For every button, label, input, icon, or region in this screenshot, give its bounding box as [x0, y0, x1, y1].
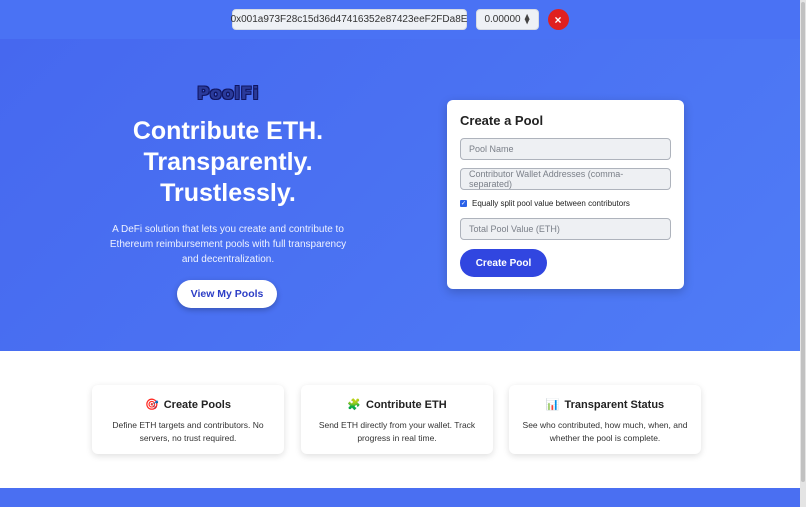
- feature-title: Create Pools: [163, 398, 231, 411]
- hero-tagline: A DeFi solution that lets you create and…: [109, 224, 347, 265]
- feature-title: Contribute ETH: [366, 398, 447, 411]
- feature-title: Transparent Status: [564, 398, 665, 411]
- create-pool-title: Create a Pool: [460, 113, 544, 128]
- ethereum-icon: ⧫: [524, 14, 530, 25]
- disconnect-button[interactable]: ×: [547, 9, 569, 30]
- bar-chart-icon: 📊: [545, 399, 560, 411]
- hero-headline: Contribute ETH. Transparently. Trustless…: [108, 116, 348, 209]
- feature-description: Send ETH directly from your wallet. Trac…: [318, 420, 476, 443]
- top-bar: 0x001a973F28c15d36d47416352e87423eeF2FDa…: [0, 0, 800, 39]
- target-icon: 🎯: [145, 399, 159, 411]
- headline-line: Transparently.: [143, 148, 313, 176]
- balance-value: 0.00000: [484, 14, 521, 25]
- feature-description: Define ETH targets and contributors. No …: [112, 420, 264, 443]
- feature-card: 🧩 Contribute ETH Send ETH directly from …: [301, 385, 493, 454]
- feature-description: See who contributed, how much, when, and…: [522, 420, 688, 443]
- pool-name-input[interactable]: Pool Name: [460, 138, 671, 160]
- headline-line: Contribute ETH.: [132, 117, 324, 145]
- hero-section: PoolFi Contribute ETH. Transparently. Tr…: [0, 39, 800, 351]
- contributor-addresses-input[interactable]: Contributor Wallet Addresses (comma-sepa…: [460, 168, 671, 190]
- eth-balance: 0.00000 ⧫: [475, 9, 539, 30]
- feature-card: 🎯 Create Pools Define ETH targets and co…: [92, 385, 284, 454]
- equal-split-label: Equally split pool value between contrib…: [472, 199, 630, 208]
- page-scrollbar[interactable]: [800, 0, 806, 507]
- wallet-address[interactable]: 0x001a973F28c15d36d47416352e87423eeF2FDa…: [231, 9, 467, 30]
- puzzle-icon: 🧩: [347, 399, 362, 411]
- features-section: 🎯 Create Pools Define ETH targets and co…: [0, 351, 800, 488]
- create-pool-card: Create a Pool Pool Name Contributor Wall…: [447, 100, 684, 289]
- total-pool-value-input[interactable]: Total Pool Value (ETH): [460, 218, 671, 240]
- equal-split-checkbox[interactable]: ✓: [460, 200, 467, 207]
- app-logo: PoolFi: [196, 84, 260, 104]
- equal-split-row: ✓ Equally split pool value between contr…: [460, 199, 630, 208]
- footer-section: [0, 488, 800, 507]
- scrollbar-thumb[interactable]: [801, 2, 805, 482]
- create-pool-button[interactable]: Create Pool: [460, 249, 547, 277]
- headline-line: Trustlessly.: [160, 179, 296, 207]
- feature-card: 📊 Transparent Status See who contributed…: [509, 385, 701, 454]
- view-my-pools-button[interactable]: View My Pools: [177, 280, 277, 308]
